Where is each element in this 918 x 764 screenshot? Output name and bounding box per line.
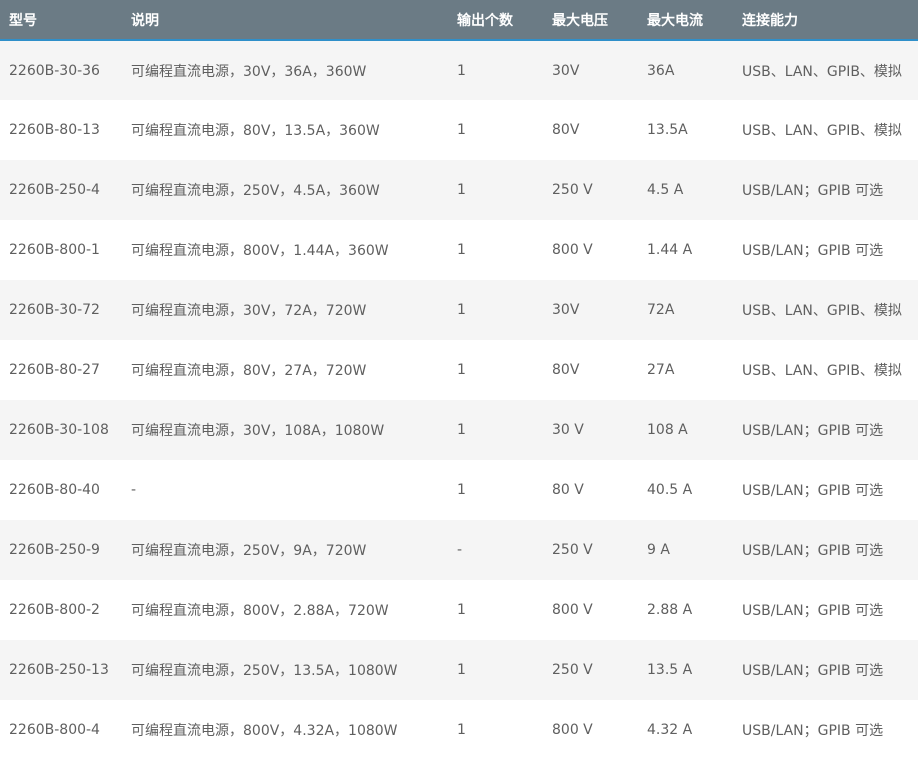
cell-description: 可编程直流电源，30V，72A，720W: [131, 303, 367, 319]
table-row: 2260B-30-108 可编程直流电源，30V，108A，1080W 1 30…: [0, 400, 918, 460]
table-row: 2260B-250-13 可编程直流电源，250V，13.5A，1080W 1 …: [0, 640, 918, 700]
cell-max-current: 2.88 A: [647, 602, 693, 618]
cell-model: 2260B-800-4: [9, 722, 100, 738]
cell-output-count: 1: [457, 242, 466, 258]
cell-max-voltage: 800 V: [552, 602, 593, 618]
cell-description: 可编程直流电源，250V，4.5A，360W: [131, 183, 380, 199]
cell-max-current: 13.5 A: [647, 662, 693, 678]
header-output-count: 输出个数: [457, 12, 513, 29]
header-max-current: 最大电流: [647, 12, 703, 29]
cell-max-voltage: 800 V: [552, 722, 593, 738]
cell-max-current: 108 A: [647, 422, 688, 438]
cell-max-voltage: 80V: [552, 362, 580, 378]
cell-description: -: [131, 482, 137, 498]
header-max-voltage: 最大电压: [552, 12, 608, 29]
cell-output-count: -: [457, 542, 463, 558]
table-row: 2260B-800-1 可编程直流电源，800V，1.44A，360W 1 80…: [0, 220, 918, 280]
cell-max-voltage: 30V: [552, 302, 580, 318]
cell-description: 可编程直流电源，800V，1.44A，360W: [131, 243, 389, 259]
cell-output-count: 1: [457, 422, 466, 438]
cell-model: 2260B-80-40: [9, 482, 100, 498]
cell-description: 可编程直流电源，800V，2.88A，720W: [131, 603, 389, 619]
cell-max-current: 36A: [647, 62, 675, 79]
cell-max-current: 27A: [647, 362, 675, 378]
cell-max-voltage: 250 V: [552, 542, 593, 558]
table-row: 2260B-80-27 可编程直流电源，80V，27A，720W 1 80V 2…: [0, 340, 918, 400]
cell-connectivity: USB/LAN；GPIB 可选: [742, 663, 884, 679]
cell-description: 可编程直流电源，30V，108A，1080W: [131, 423, 385, 439]
table-body: 2260B-30-36 可编程直流电源，30V，36A，360W 1 30V 3…: [0, 40, 918, 760]
cell-connectivity: USB/LAN；GPIB 可选: [742, 603, 884, 619]
header-description: 说明: [131, 12, 159, 29]
header-row: 型号 说明 输出个数 最大电压 最大电流 连接能力: [0, 0, 918, 40]
cell-description: 可编程直流电源，80V，13.5A，360W: [131, 123, 380, 139]
cell-max-voltage: 80V: [552, 122, 580, 138]
cell-max-current: 72A: [647, 302, 675, 318]
cell-max-current: 9 A: [647, 542, 670, 558]
cell-max-voltage: 30V: [552, 62, 580, 79]
table-row: 2260B-30-72 可编程直流电源，30V，72A，720W 1 30V 7…: [0, 280, 918, 340]
table-row: 2260B-80-40 - 1 80 V 40.5 A USB/LAN；GPIB…: [0, 460, 918, 520]
cell-output-count: 1: [457, 482, 466, 498]
table-row: 2260B-250-9 可编程直流电源，250V，9A，720W - 250 V…: [0, 520, 918, 580]
cell-connectivity: USB/LAN；GPIB 可选: [742, 243, 884, 259]
cell-max-current: 40.5 A: [647, 482, 693, 498]
cell-connectivity: USB、LAN、GPIB、模拟: [742, 303, 902, 319]
cell-model: 2260B-250-13: [9, 662, 109, 678]
header-connectivity: 连接能力: [742, 12, 798, 29]
cell-description: 可编程直流电源，30V，36A，360W: [131, 63, 367, 80]
table-header: 型号 说明 输出个数 最大电压 最大电流 连接能力: [0, 0, 918, 40]
header-model: 型号: [9, 12, 37, 29]
cell-model: 2260B-250-9: [9, 542, 100, 558]
table-row: 2260B-80-13 可编程直流电源，80V，13.5A，360W 1 80V…: [0, 100, 918, 160]
cell-connectivity: USB/LAN；GPIB 可选: [742, 183, 884, 199]
cell-output-count: 1: [457, 62, 466, 79]
product-spec-table: 型号 说明 输出个数 最大电压 最大电流 连接能力 2260B-30-36 可编…: [0, 0, 918, 760]
cell-model: 2260B-800-1: [9, 242, 100, 258]
cell-max-voltage: 30 V: [552, 422, 584, 438]
table-row: 2260B-30-36 可编程直流电源，30V，36A，360W 1 30V 3…: [0, 40, 918, 100]
table-row: 2260B-800-4 可编程直流电源，800V，4.32A，1080W 1 8…: [0, 700, 918, 760]
table-row: 2260B-800-2 可编程直流电源，800V，2.88A，720W 1 80…: [0, 580, 918, 640]
cell-output-count: 1: [457, 362, 466, 378]
cell-output-count: 1: [457, 302, 466, 318]
cell-max-voltage: 80 V: [552, 482, 584, 498]
cell-max-current: 4.32 A: [647, 722, 693, 738]
cell-connectivity: USB/LAN；GPIB 可选: [742, 543, 884, 559]
cell-description: 可编程直流电源，80V，27A，720W: [131, 363, 367, 379]
cell-output-count: 1: [457, 602, 466, 618]
cell-connectivity: USB、LAN、GPIB、模拟: [742, 123, 902, 139]
cell-max-voltage: 800 V: [552, 242, 593, 258]
cell-connectivity: USB/LAN；GPIB 可选: [742, 723, 884, 739]
cell-model: 2260B-30-72: [9, 302, 100, 318]
cell-output-count: 1: [457, 122, 466, 138]
cell-model: 2260B-250-4: [9, 182, 100, 198]
cell-model: 2260B-80-27: [9, 362, 100, 378]
cell-connectivity: USB、LAN、GPIB、模拟: [742, 363, 902, 379]
cell-max-voltage: 250 V: [552, 182, 593, 198]
cell-connectivity: USB、LAN、GPIB、模拟: [742, 63, 902, 80]
cell-connectivity: USB/LAN；GPIB 可选: [742, 483, 884, 499]
cell-max-current: 1.44 A: [647, 242, 693, 258]
cell-model: 2260B-80-13: [9, 122, 100, 138]
cell-output-count: 1: [457, 722, 466, 738]
cell-max-current: 4.5 A: [647, 182, 684, 198]
cell-model: 2260B-30-108: [9, 422, 109, 438]
cell-model: 2260B-30-36: [9, 62, 100, 79]
cell-max-current: 13.5A: [647, 122, 688, 138]
cell-model: 2260B-800-2: [9, 602, 100, 618]
cell-output-count: 1: [457, 182, 466, 198]
cell-connectivity: USB/LAN；GPIB 可选: [742, 423, 884, 439]
cell-max-voltage: 250 V: [552, 662, 593, 678]
cell-output-count: 1: [457, 662, 466, 678]
cell-description: 可编程直流电源，250V，13.5A，1080W: [131, 663, 398, 679]
cell-description: 可编程直流电源，800V，4.32A，1080W: [131, 723, 398, 739]
table-row: 2260B-250-4 可编程直流电源，250V，4.5A，360W 1 250…: [0, 160, 918, 220]
cell-description: 可编程直流电源，250V，9A，720W: [131, 543, 367, 559]
